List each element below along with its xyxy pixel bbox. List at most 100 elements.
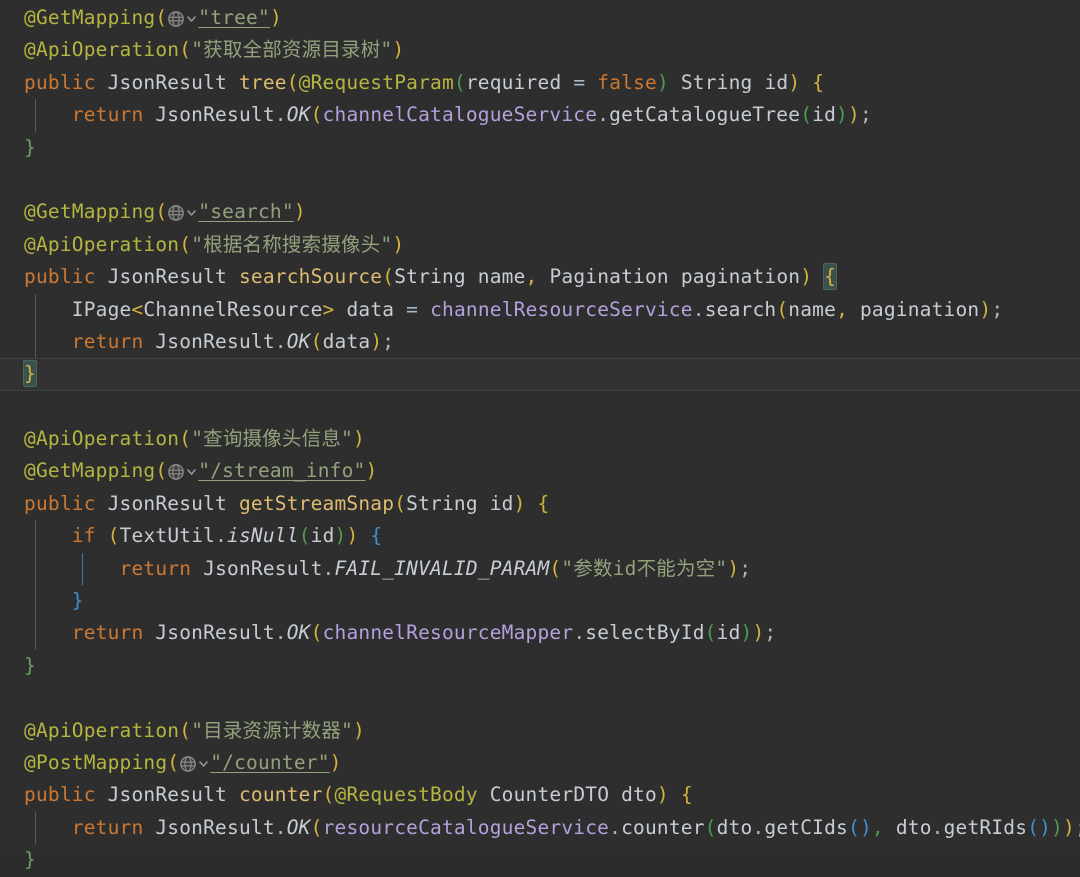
method-name: getStreamSnap — [238, 491, 395, 515]
dot: . — [322, 556, 335, 580]
paren: ( — [107, 524, 120, 548]
code-line: @ApiOperation("根据名称搜索摄像头") — [0, 229, 1080, 261]
call-arg: id — [310, 524, 335, 548]
class-ref: TextUtil — [119, 524, 216, 548]
code-line: public JsonResult searchSource(String na… — [0, 261, 1080, 293]
return-type: JsonResult — [107, 70, 227, 94]
paren: ) — [293, 200, 306, 224]
mapping-path-string[interactable]: "/counter" — [210, 751, 329, 774]
static-method: OK — [286, 329, 311, 353]
semicolon: ; — [382, 329, 395, 353]
keyword-return: return — [119, 556, 192, 580]
paren: ) — [334, 524, 347, 548]
call-arg: name — [788, 297, 837, 321]
code-line: public JsonResult counter(@RequestBody C… — [0, 779, 1080, 811]
dot: . — [215, 524, 228, 548]
call-arg-obj: dto — [716, 815, 753, 839]
keyword-public: public — [24, 783, 96, 807]
annotation-getmapping: @GetMapping — [24, 459, 156, 483]
chevron-down-icon[interactable] — [185, 12, 198, 25]
param-type: String — [406, 491, 478, 515]
code-line-caret: } — [0, 358, 1080, 391]
keyword-public: public — [24, 70, 96, 94]
method-name: counter — [238, 783, 323, 807]
return-type: JsonResult — [107, 783, 227, 807]
paren: ( — [155, 459, 168, 483]
annotation-apioperation: @ApiOperation — [24, 427, 180, 451]
class-ref: JsonResult — [203, 556, 323, 580]
call-arg: pagination — [859, 297, 980, 321]
param-name: pagination — [680, 265, 801, 289]
annotation-getmapping: @GetMapping — [24, 200, 156, 224]
dot: . — [274, 815, 287, 839]
chevron-down-icon[interactable] — [185, 206, 198, 219]
annotation-apioperation: @ApiOperation — [24, 38, 180, 62]
paren: ( — [453, 70, 466, 94]
paren: ) — [740, 621, 753, 645]
method-call: getCatalogueTree — [609, 103, 801, 127]
paren: ( — [549, 556, 562, 580]
paren: ( — [179, 38, 192, 62]
paren: ) — [800, 265, 813, 289]
comma: , — [871, 815, 884, 839]
paren: ) — [1063, 815, 1075, 839]
globe-icon[interactable] — [167, 463, 185, 481]
closing-brace: } — [24, 653, 36, 677]
paren: ( — [155, 200, 168, 224]
api-description-string: "根据名称搜索摄像头" — [191, 232, 393, 256]
code-editor[interactable]: @GetMapping("tree") @ApiOperation("获取全部资… — [0, 0, 1080, 871]
code-line: public JsonResult getStreamSnap(String i… — [0, 488, 1080, 520]
paren: ) — [1039, 815, 1052, 839]
chevron-down-icon[interactable] — [185, 465, 198, 478]
mapping-path-string[interactable]: "tree" — [198, 6, 270, 29]
field-ref: channelResourceMapper — [322, 621, 574, 645]
paren: ) — [752, 621, 765, 645]
code-line: } — [0, 585, 1080, 618]
indent-guide — [35, 552, 36, 586]
globe-icon[interactable] — [179, 755, 197, 773]
globe-icon[interactable] — [167, 204, 185, 222]
paren: ) — [269, 6, 282, 29]
field-ref: channelResourceService — [430, 297, 693, 321]
annotation-postmapping: @PostMapping — [24, 750, 168, 774]
code-line: @PostMapping("/counter") — [0, 747, 1080, 779]
semicolon: ; — [1075, 816, 1080, 839]
comma: , — [525, 265, 538, 289]
code-line: public JsonResult tree(@RequestParam(req… — [0, 67, 1080, 99]
param-attr-value: false — [597, 70, 657, 94]
brace-match-highlight: { — [823, 263, 838, 291]
static-method: isNull — [227, 524, 299, 548]
indent-guide — [35, 585, 36, 618]
annotation-apioperation: @ApiOperation — [24, 232, 180, 256]
mapping-path-string[interactable]: "search" — [198, 200, 294, 223]
code-line: } — [0, 650, 1080, 682]
class-ref: JsonResult — [155, 815, 275, 839]
generic-close: > — [322, 297, 335, 321]
dot: . — [573, 621, 586, 645]
api-description-string: "查询摄像头信息" — [191, 427, 353, 451]
annotation-apioperation: @ApiOperation — [24, 718, 180, 742]
paren: ( — [179, 232, 192, 256]
call-arg: id — [716, 621, 741, 645]
paren: ( — [179, 427, 192, 451]
globe-icon[interactable] — [167, 10, 185, 28]
paren: ( — [298, 524, 311, 548]
return-type: JsonResult — [107, 265, 227, 289]
annotation-requestparam: @RequestParam — [298, 70, 454, 94]
paren: ( — [310, 621, 323, 645]
code-line: if (TextUtil.isNull(id)) { — [0, 520, 1080, 553]
param-type: String — [680, 70, 753, 94]
class-ref: JsonResult — [155, 329, 275, 353]
call-arg: id — [812, 103, 837, 127]
static-method: FAIL_INVALID_PARAM — [334, 556, 550, 580]
code-line: @ApiOperation("查询摄像头信息") — [0, 423, 1080, 455]
dot: . — [274, 621, 287, 645]
chevron-down-icon[interactable] — [197, 757, 210, 770]
indent-guide-if — [82, 552, 83, 586]
method-name: searchSource — [238, 265, 383, 289]
dot: . — [752, 815, 765, 839]
mapping-path-string[interactable]: "/stream_info" — [198, 459, 365, 482]
indent-guide — [35, 811, 36, 845]
method-call: search — [704, 297, 777, 321]
